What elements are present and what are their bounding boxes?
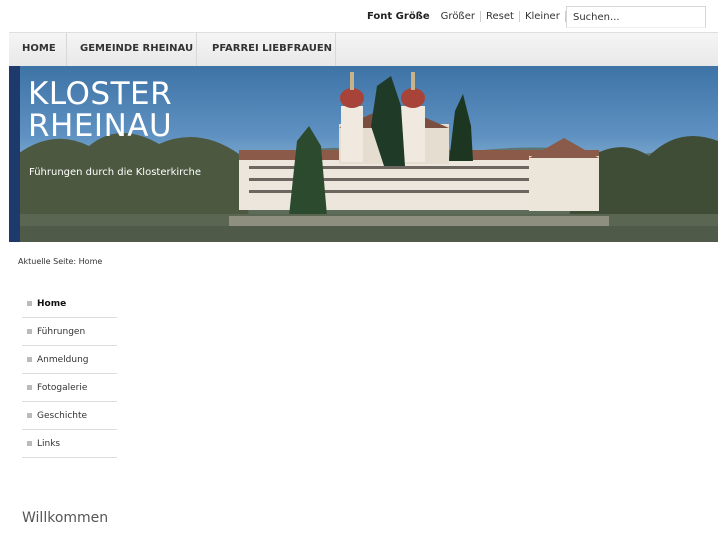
site-title[interactable]: KLOSTER RHEINAU (28, 78, 172, 142)
top-bar: Font Größe Größer Reset Kleiner (0, 0, 727, 32)
bullet-icon (27, 357, 32, 362)
side-menu-item-label: Fotogalerie (37, 382, 88, 393)
side-menu-item-fuehrungen[interactable]: Führungen (22, 318, 117, 346)
side-menu-item-label: Home (37, 298, 67, 309)
site-title-line2: RHEINAU (28, 108, 173, 144)
font-smaller-link[interactable]: Kleiner (520, 11, 566, 22)
site-subtitle: Führungen durch die Klosterkirche (29, 167, 202, 178)
site-title-line1: KLOSTER (28, 76, 173, 112)
bullet-icon (27, 413, 32, 418)
header-accent-strip (9, 66, 20, 242)
side-menu: Home Führungen Anmeldung Fotogalerie Ges… (22, 290, 117, 458)
side-menu-item-label: Geschichte (37, 410, 88, 421)
nav-item-gemeinde-rheinau[interactable]: GEMEINDE RHEINAU (67, 33, 197, 67)
font-reset-link[interactable]: Reset (481, 11, 520, 22)
side-menu-item-anmeldung[interactable]: Anmeldung (22, 346, 117, 374)
side-menu-item-label: Anmeldung (37, 354, 89, 365)
side-menu-item-fotogalerie[interactable]: Fotogalerie (22, 374, 117, 402)
nav-item-pfarrei-liebfrauen[interactable]: PFARREI LIEBFRAUEN (197, 33, 336, 67)
main-nav: HOME GEMEINDE RHEINAU PFARREI LIEBFRAUEN (9, 32, 718, 67)
side-menu-item-links[interactable]: Links (22, 430, 117, 458)
side-menu-item-label: Links (37, 438, 61, 449)
font-larger-link[interactable]: Größer (436, 11, 481, 22)
bullet-icon (27, 385, 32, 390)
search-input[interactable] (566, 6, 706, 28)
bullet-icon (27, 441, 32, 446)
side-menu-item-geschichte[interactable]: Geschichte (22, 402, 117, 430)
header-banner: KLOSTER RHEINAU Führungen durch die Klos… (9, 66, 718, 242)
side-menu-item-home[interactable]: Home (22, 290, 117, 318)
bullet-icon (27, 301, 32, 306)
breadcrumb: Aktuelle Seite: Home (18, 257, 103, 266)
bullet-icon (27, 329, 32, 334)
font-size-label: Font Größe (367, 11, 430, 22)
content-heading: Willkommen (22, 510, 109, 526)
nav-item-home[interactable]: HOME (9, 33, 67, 67)
font-size-widget: Font Größe Größer Reset Kleiner (367, 11, 566, 22)
side-menu-item-label: Führungen (37, 326, 86, 337)
